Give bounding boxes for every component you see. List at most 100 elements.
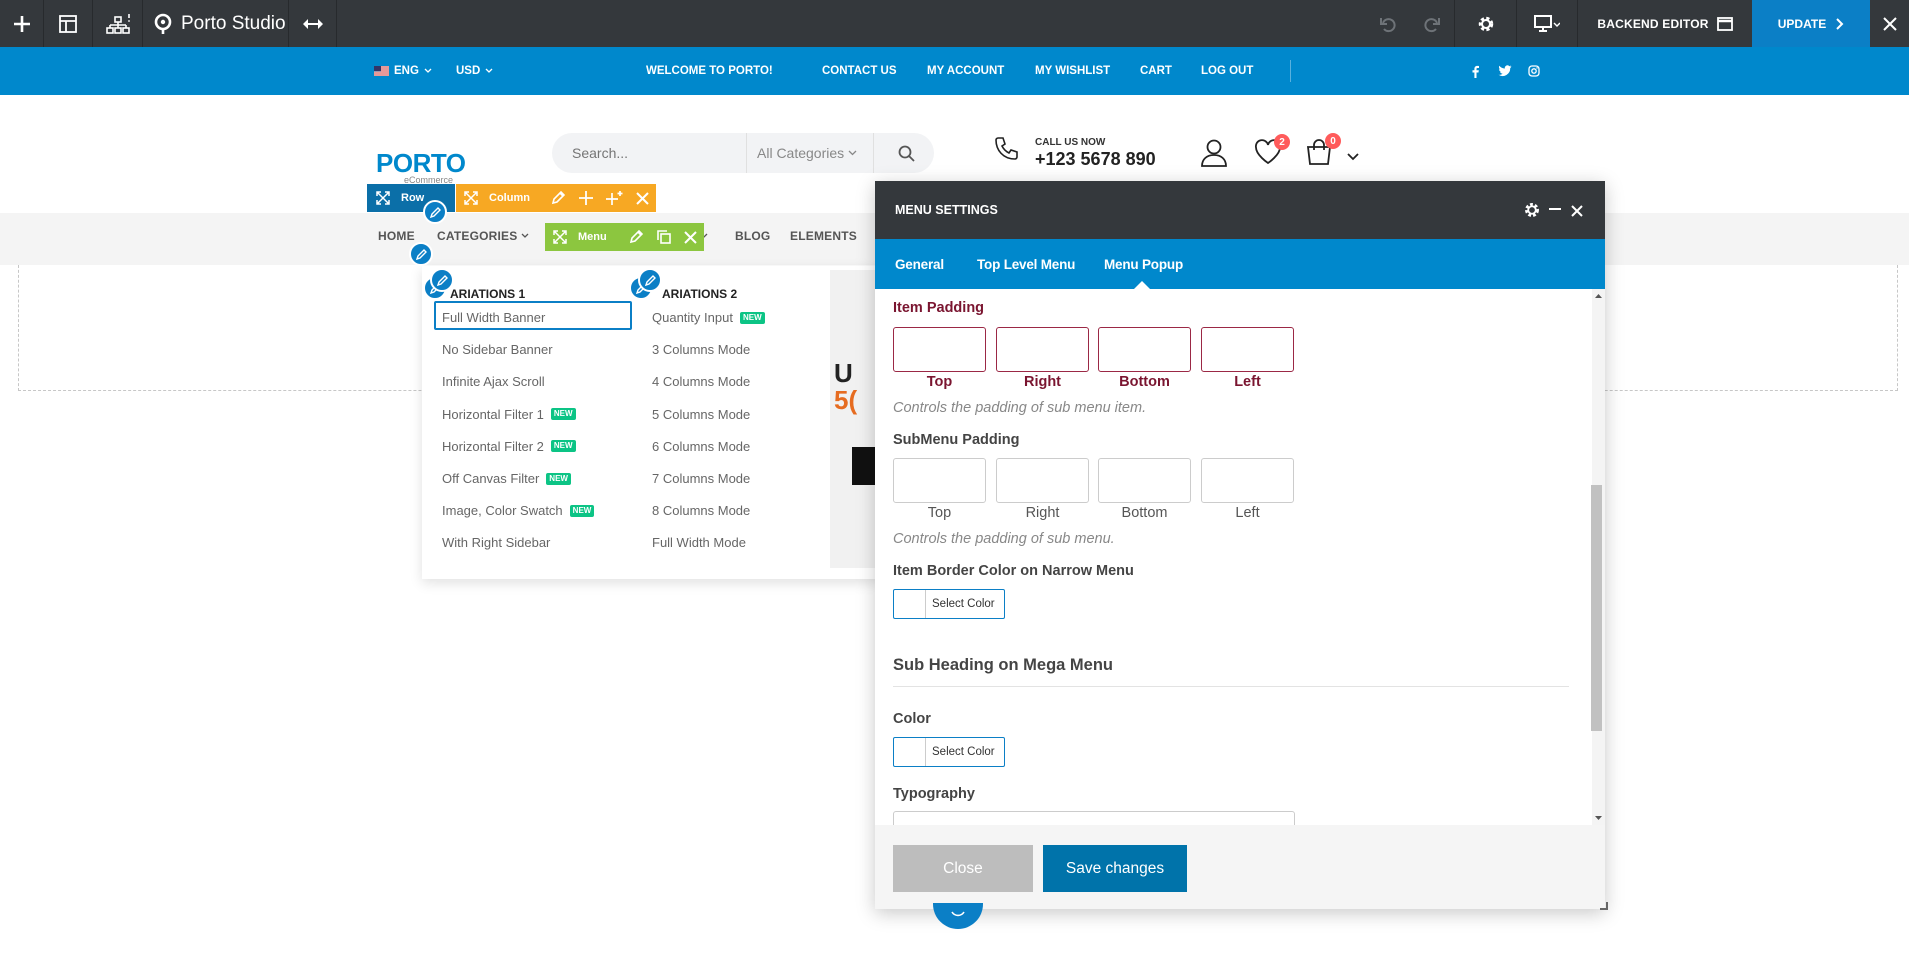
color-label: Color bbox=[893, 711, 931, 727]
category-select[interactable]: All Categories bbox=[757, 133, 857, 173]
submenu-padding-bottom-input[interactable] bbox=[1098, 458, 1191, 503]
brand-button[interactable]: Porto Studio bbox=[143, 0, 289, 47]
mega-menu-link[interactable]: 8 Columns Mode bbox=[652, 503, 750, 518]
pencil-icon bbox=[436, 274, 448, 286]
active-tab-indicator bbox=[1134, 281, 1150, 289]
item-padding-bottom-input[interactable] bbox=[1098, 327, 1191, 372]
mega-menu-link[interactable]: Full Width Mode bbox=[652, 535, 746, 550]
mega-menu-link-label: Infinite Ajax Scroll bbox=[442, 374, 545, 390]
redo-icon bbox=[1424, 17, 1440, 32]
my-account-link[interactable]: MY ACCOUNT bbox=[927, 47, 1004, 95]
templates-button[interactable] bbox=[44, 0, 93, 47]
submenu-padding-top-input[interactable] bbox=[893, 458, 986, 503]
redo-button[interactable] bbox=[1410, 0, 1454, 47]
nav-elements[interactable]: ELEMENTS bbox=[790, 213, 857, 259]
chevron-right-icon bbox=[1836, 17, 1844, 30]
search-button[interactable] bbox=[888, 133, 924, 173]
menu-edit-button[interactable] bbox=[621, 223, 650, 251]
mega-menu-link[interactable]: Horizontal Filter 2 NEW bbox=[442, 439, 576, 454]
desktop-icon bbox=[1534, 14, 1560, 32]
typography-field[interactable] bbox=[893, 811, 1295, 825]
mega-menu-link[interactable]: 7 Columns Mode bbox=[652, 471, 750, 486]
search-input[interactable] bbox=[572, 133, 737, 173]
menu-duplicate-button[interactable] bbox=[650, 223, 677, 251]
column-edit-button[interactable] bbox=[544, 184, 572, 212]
menu-control-bar[interactable]: Menu bbox=[545, 223, 704, 251]
move-icon bbox=[553, 230, 567, 244]
chevron-down-icon bbox=[521, 233, 529, 238]
backend-editor-button[interactable]: BACKEND EDITOR bbox=[1578, 0, 1752, 47]
save-changes-button[interactable]: Save changes bbox=[1043, 845, 1187, 892]
menu-move-handle[interactable]: Menu bbox=[545, 223, 621, 251]
mega-menu-link[interactable]: With Right Sidebar bbox=[442, 535, 550, 550]
mega-menu-link[interactable]: Infinite Ajax Scroll bbox=[442, 374, 545, 389]
submenu-padding-left-input[interactable] bbox=[1201, 458, 1294, 503]
column-control-bar[interactable]: Column bbox=[456, 184, 656, 212]
tab-general[interactable]: General bbox=[895, 239, 944, 289]
contact-us-link[interactable]: CONTACT US bbox=[822, 47, 897, 95]
tab-top-level-menu[interactable]: Top Level Menu bbox=[977, 239, 1075, 289]
settings-button[interactable] bbox=[1454, 0, 1516, 47]
mega-menu-link[interactable]: 6 Columns Mode bbox=[652, 439, 750, 454]
mega-menu-link[interactable]: Full Width Banner bbox=[442, 310, 545, 325]
menu-settings-modal: MENU SETTINGS General Top Level Menu Men… bbox=[875, 181, 1605, 909]
edit-element-button[interactable] bbox=[409, 242, 433, 266]
floating-action-button[interactable] bbox=[933, 903, 983, 929]
my-wishlist-link[interactable]: MY WISHLIST bbox=[1035, 47, 1110, 95]
edit-element-button[interactable] bbox=[423, 200, 447, 224]
add-element-button[interactable] bbox=[0, 0, 44, 47]
cart-dropdown-toggle[interactable] bbox=[1347, 148, 1359, 166]
close-button[interactable]: Close bbox=[893, 845, 1033, 892]
facebook-link[interactable] bbox=[1471, 47, 1479, 95]
menu-delete-button[interactable] bbox=[677, 223, 704, 251]
column-move-handle[interactable]: Column bbox=[456, 184, 544, 212]
new-badge: NEW bbox=[550, 440, 576, 453]
scrollbar-thumb[interactable] bbox=[1591, 485, 1602, 731]
column-add-inner-button[interactable] bbox=[600, 184, 628, 212]
modal-close-button[interactable] bbox=[1571, 204, 1583, 222]
item-padding-left-input[interactable] bbox=[1201, 327, 1294, 372]
row-move-handle[interactable]: Row bbox=[367, 184, 424, 212]
device-preview-button[interactable] bbox=[1516, 0, 1578, 47]
nav-blog[interactable]: BLOG bbox=[735, 213, 770, 259]
color-picker[interactable]: Select Color bbox=[893, 737, 1005, 767]
undo-button[interactable] bbox=[1366, 0, 1410, 47]
mega-menu-link[interactable]: Image, Color Swatch NEW bbox=[442, 503, 595, 518]
mega-menu-link[interactable]: No Sidebar Banner bbox=[442, 342, 553, 357]
column-add-button[interactable] bbox=[572, 184, 600, 212]
editor-toolbar: Porto Studio BACKEND EDITOR UPDATE bbox=[0, 0, 1909, 47]
mega-menu-link[interactable]: Off Canvas Filter NEW bbox=[442, 471, 571, 486]
close-editor-button[interactable] bbox=[1870, 0, 1909, 47]
navigator-button[interactable] bbox=[93, 0, 143, 47]
mega-menu-link[interactable]: Quantity Input NEW bbox=[652, 310, 765, 325]
currency-switcher[interactable]: USD bbox=[456, 47, 493, 95]
language-switcher[interactable]: ENG bbox=[374, 47, 432, 95]
submenu-padding-right-input[interactable] bbox=[996, 458, 1089, 503]
mega-menu-link[interactable]: Horizontal Filter 1 NEW bbox=[442, 407, 576, 422]
item-padding-right-input[interactable] bbox=[996, 327, 1089, 372]
phone-number[interactable]: +123 5678 890 bbox=[1035, 149, 1156, 170]
mega-menu-link[interactable]: 3 Columns Mode bbox=[652, 342, 750, 357]
update-button[interactable]: UPDATE bbox=[1752, 0, 1870, 47]
column-delete-button[interactable] bbox=[628, 184, 656, 212]
mega-menu-link-label: No Sidebar Banner bbox=[442, 342, 553, 358]
account-button[interactable] bbox=[1200, 138, 1228, 173]
nav-categories[interactable]: CATEGORIES bbox=[437, 213, 529, 259]
twitter-link[interactable] bbox=[1498, 47, 1512, 95]
mega-menu-heading: ARIATIONS 1 bbox=[450, 287, 526, 301]
responsive-width-button[interactable] bbox=[289, 0, 337, 47]
border-color-picker[interactable]: Select Color bbox=[893, 589, 1005, 619]
padding-caption: Right bbox=[1023, 374, 1062, 390]
mega-menu-link[interactable]: 5 Columns Mode bbox=[652, 407, 750, 422]
modal-resize-handle[interactable] bbox=[1600, 902, 1608, 910]
modal-settings-button[interactable] bbox=[1523, 201, 1541, 224]
cart-link[interactable]: CART bbox=[1140, 47, 1172, 95]
edit-element-button[interactable] bbox=[430, 268, 454, 292]
edit-element-button[interactable] bbox=[638, 268, 662, 292]
item-padding-top-input[interactable] bbox=[893, 327, 986, 372]
padding-caption: Left bbox=[1234, 374, 1261, 390]
minimize-icon[interactable] bbox=[1549, 208, 1561, 210]
log-out-link[interactable]: LOG OUT bbox=[1201, 47, 1253, 95]
instagram-link[interactable] bbox=[1528, 47, 1540, 95]
mega-menu-link[interactable]: 4 Columns Mode bbox=[652, 374, 750, 389]
